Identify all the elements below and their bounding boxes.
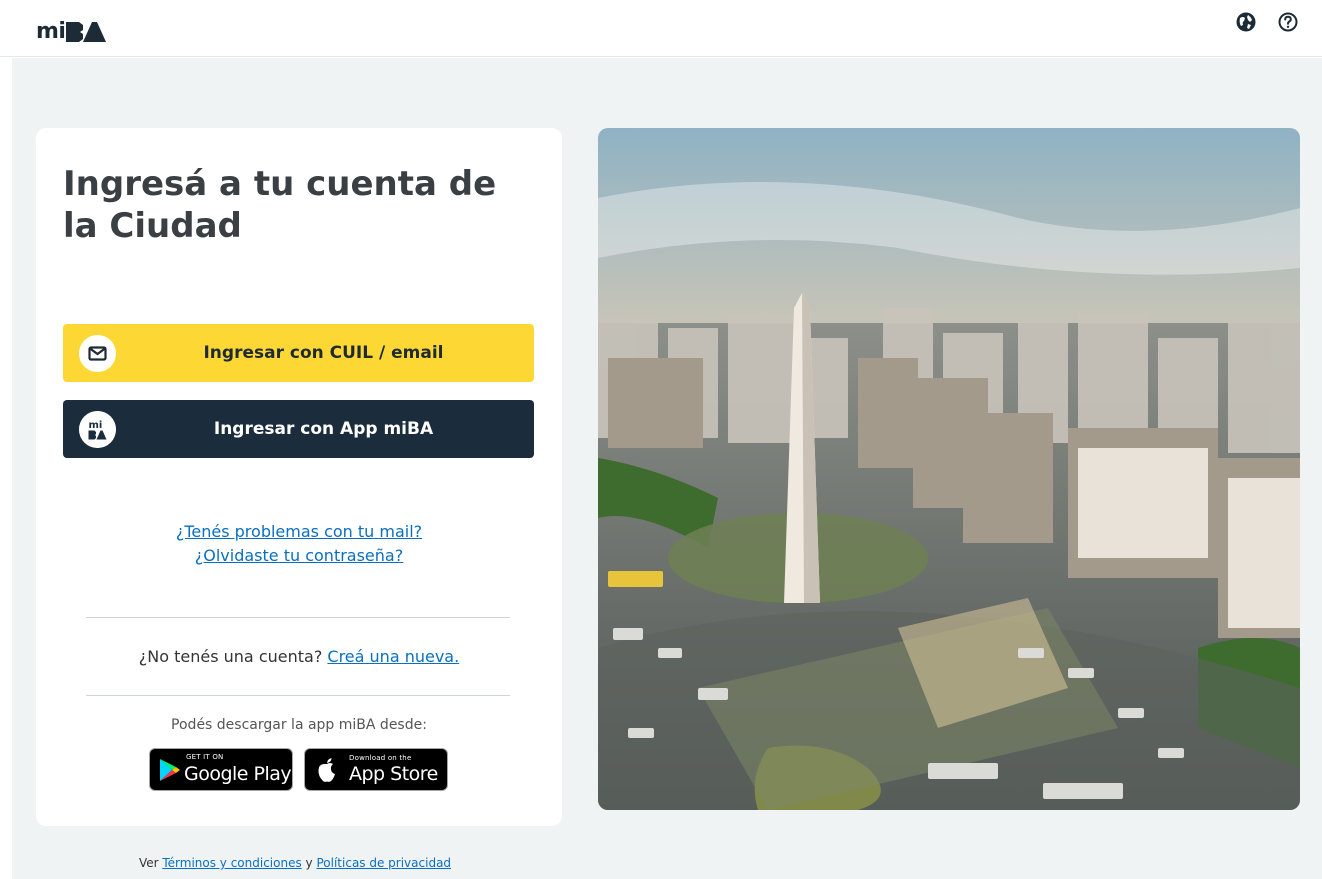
apple-icon — [318, 758, 335, 782]
terms-link[interactable]: Términos y condiciones — [162, 856, 301, 870]
google-play-badge[interactable]: GET IT ON Google Play — [149, 748, 293, 791]
globe-icon[interactable] — [1235, 11, 1257, 33]
logo-text: mi — [36, 19, 66, 44]
login-card: Ingresá a tu cuenta de la Ciudad Ingresa… — [36, 128, 562, 826]
help-links: ¿Tenés problemas con tu mail? ¿Olvidaste… — [36, 520, 562, 568]
google-play-small-text: GET IT ON — [186, 753, 224, 761]
miba-logo[interactable]: mi — [36, 18, 110, 44]
footer-connector: y — [305, 856, 313, 870]
google-play-icon — [160, 759, 180, 781]
login-cuil-email-button[interactable]: Ingresar con CUIL / email — [63, 324, 534, 382]
page-title: Ingresá a tu cuenta de la Ciudad — [63, 164, 497, 246]
privacy-link[interactable]: Políticas de privacidad — [316, 856, 451, 870]
divider — [86, 617, 510, 618]
city-photo — [598, 128, 1300, 810]
miba-logo-icon: mi — [79, 411, 116, 448]
footer: Ver Términos y condiciones y Políticas d… — [0, 856, 590, 870]
app-store-badge[interactable]: Download on the App Store — [304, 748, 448, 791]
app-store-text: App Store — [349, 763, 438, 785]
svg-text:mi: mi — [89, 420, 103, 431]
top-bar: mi — [0, 0, 1322, 57]
signup-row: ¿No tenés una cuenta? Creá una nueva. — [36, 645, 562, 669]
create-account-link[interactable]: Creá una nueva. — [327, 645, 459, 669]
app-store-small-text: Download on the — [349, 754, 412, 762]
login-app-miba-label: Ingresar con App miBA — [213, 419, 434, 439]
divider — [86, 695, 510, 696]
help-circle-icon[interactable] — [1277, 11, 1299, 33]
download-app-text: Podés descargar la app miBA desde: — [171, 717, 427, 733]
google-play-text: Google Play — [184, 763, 292, 785]
footer-prefix: Ver — [138, 856, 159, 870]
envelope-icon — [79, 335, 116, 372]
login-cuil-email-label: Ingresar con CUIL / email — [203, 343, 444, 363]
no-account-text: ¿No tenés una cuenta? — [138, 647, 323, 666]
mail-problem-link[interactable]: ¿Tenés problemas con tu mail? — [176, 520, 422, 544]
forgot-password-link[interactable]: ¿Olvidaste tu contraseña? — [195, 544, 403, 568]
login-app-miba-button[interactable]: mi Ingresar con App miBA — [63, 400, 534, 458]
logo-mark-icon — [66, 22, 107, 42]
